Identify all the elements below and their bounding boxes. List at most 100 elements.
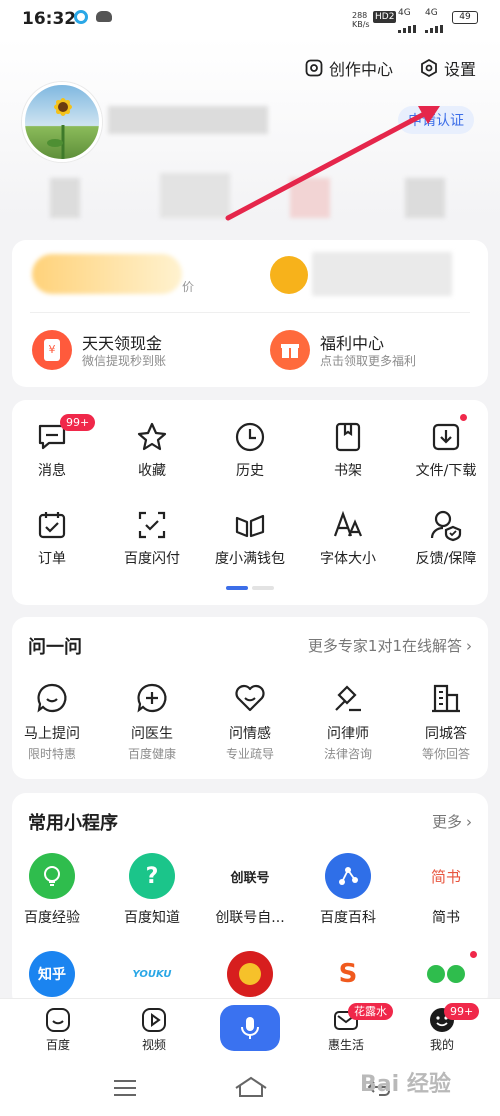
cloud-icon	[96, 11, 112, 22]
tools-card: 消息 99+ 收藏 历史 书架 文件/下载 订单 百度闪付 度小满钱包 字体大小…	[12, 400, 488, 605]
settings-label: 设置	[444, 60, 477, 79]
tab-me-label: 我的	[429, 1038, 454, 1052]
history-label: 历史	[236, 463, 264, 479]
welfare-center-item[interactable]: 福利中心 点击领取更多福利	[270, 328, 480, 372]
page-indicator-active	[226, 586, 248, 590]
signal-bars-icon	[398, 18, 416, 33]
ask-more-link[interactable]: 更多专家1对1在线解答 ›	[308, 635, 472, 656]
welfare-subtitle: 点击领取更多福利	[320, 354, 417, 368]
messages-label: 消息	[38, 463, 66, 479]
mini-app-wechat[interactable]	[396, 951, 496, 997]
signal-4g-1: 4G	[398, 8, 411, 18]
mini-app-jianshu[interactable]: 简书 简书	[396, 853, 496, 927]
bookshelf-button[interactable]: 书架	[298, 420, 398, 480]
feedback-button[interactable]: 反馈/保障	[396, 508, 496, 568]
status-time: 16:32	[22, 9, 77, 29]
watermark-logo: Bai 经验	[360, 1072, 451, 1097]
mini-app-label: 创联号自...	[215, 910, 285, 926]
ask-lawyer-button[interactable]: 问律师 法律咨询	[298, 681, 398, 762]
ask-lawyer-sub: 法律咨询	[323, 747, 372, 761]
wallet-label: 度小满钱包	[215, 551, 285, 567]
s-app-icon: S	[325, 951, 371, 997]
wallet-icon	[235, 514, 265, 538]
benefit-partial-text: 价	[182, 280, 195, 294]
tab-baidu-label: 百度	[45, 1038, 70, 1052]
bulb-app-icon	[29, 853, 75, 899]
mini-programs-more-link[interactable]: 更多 ›	[432, 811, 472, 832]
net-speed: 288 KB/s	[352, 11, 370, 29]
ask-now-sub: 限时特惠	[27, 747, 76, 761]
mini-app-baidu-baike[interactable]: 百度百科	[298, 853, 398, 927]
mini-app-chuanglian[interactable]: 创联号 创联号自...	[200, 853, 300, 927]
jianshu-app-icon: 简书	[423, 853, 469, 899]
creation-center-button[interactable]: 创作中心	[305, 56, 393, 80]
mini-app-gov-service[interactable]	[200, 951, 300, 997]
tab-video[interactable]: 视频	[104, 1007, 204, 1053]
crown-icon	[270, 256, 308, 294]
local-answer-button[interactable]: 同城答 等你回答	[396, 681, 496, 762]
mini-app-s[interactable]: S	[298, 951, 398, 997]
ask-emotion-sub: 专业疏导	[225, 747, 274, 761]
history-button[interactable]: 历史	[200, 420, 300, 480]
mini-app-baidu-jingyan[interactable]: 百度经验	[2, 853, 102, 927]
creation-center-icon	[305, 59, 323, 77]
creation-center-label: 创作中心	[329, 60, 394, 79]
cash-subtitle: 微信提现秒到账	[82, 354, 167, 368]
youku-app-icon: YOUKU	[129, 951, 175, 997]
mini-app-zhihu[interactable]: 知乎	[2, 951, 102, 997]
stat-blurred	[50, 178, 80, 218]
wechat-dot-badge	[470, 951, 477, 958]
mini-app-label: 百度知道	[124, 910, 180, 926]
battery-icon: 49	[452, 11, 478, 24]
ask-now-label: 马上提问	[24, 726, 80, 742]
font-size-icon	[333, 510, 363, 537]
avatar[interactable]	[22, 82, 102, 162]
ask-now-button[interactable]: 马上提问 限时特惠	[2, 681, 102, 762]
favorites-button[interactable]: 收藏	[102, 420, 202, 480]
welfare-title: 福利中心	[320, 334, 385, 353]
clock-icon	[235, 422, 265, 452]
bottom-tab-bar: 百度 视频 惠生活 花露水 我的 99+	[0, 998, 500, 1063]
ask-emotion-button[interactable]: 问情感 专业疏导	[200, 681, 300, 762]
home-icon[interactable]	[234, 1076, 268, 1098]
files-downloads-button[interactable]: 文件/下载	[396, 420, 496, 480]
stat-blurred	[290, 178, 330, 218]
heart-icon	[235, 684, 265, 712]
mini-app-youku[interactable]: YOUKU	[102, 951, 202, 997]
zhihu-app-icon: 知乎	[29, 951, 75, 997]
cash-reward-item[interactable]: ¥ 天天领现金 微信提现秒到账	[32, 328, 232, 372]
signal-4g-2: 4G	[425, 8, 438, 18]
bookshelf-label: 书架	[334, 463, 362, 479]
ask-lawyer-label: 问律师	[327, 726, 369, 742]
wallet-button[interactable]: 度小满钱包	[200, 508, 300, 568]
bookshelf-icon	[335, 422, 361, 452]
voice-search-button[interactable]	[220, 1005, 280, 1051]
font-size-button[interactable]: 字体大小	[298, 508, 398, 568]
baidu-home-icon	[46, 1008, 70, 1032]
baidu-pay-button[interactable]: 百度闪付	[102, 508, 202, 568]
ask-title: 问一问	[28, 637, 82, 658]
settings-button[interactable]: 设置	[420, 56, 476, 80]
sunflower-image	[47, 98, 72, 159]
verify-button[interactable]: 申请认证	[398, 106, 474, 134]
status-bar: 16:32 288 KB/s HD2 4G 4G 49	[0, 0, 500, 38]
gov-service-app-icon	[227, 951, 273, 997]
favorites-label: 收藏	[138, 463, 166, 479]
hd-icon: HD2	[373, 11, 397, 23]
tab-baidu[interactable]: 百度	[8, 1007, 108, 1053]
gavel-icon	[335, 685, 361, 712]
menu-icon[interactable]	[112, 1078, 138, 1098]
tab-me-badge: 99+	[444, 1003, 480, 1020]
tab-life-label: 惠生活	[327, 1038, 364, 1052]
baidu-pay-label: 百度闪付	[124, 551, 180, 567]
cash-title: 天天领现金	[82, 334, 163, 353]
building-icon	[432, 684, 460, 713]
star-icon	[137, 422, 167, 451]
order-icon	[38, 512, 66, 539]
orders-button[interactable]: 订单	[2, 508, 102, 568]
benefit-blurred	[32, 254, 182, 294]
mini-app-baidu-zhidao[interactable]: ? 百度知道	[102, 853, 202, 927]
divider	[30, 312, 470, 313]
ask-doctor-sub: 百度健康	[127, 747, 176, 761]
ask-doctor-button[interactable]: 问医生 百度健康	[102, 681, 202, 762]
